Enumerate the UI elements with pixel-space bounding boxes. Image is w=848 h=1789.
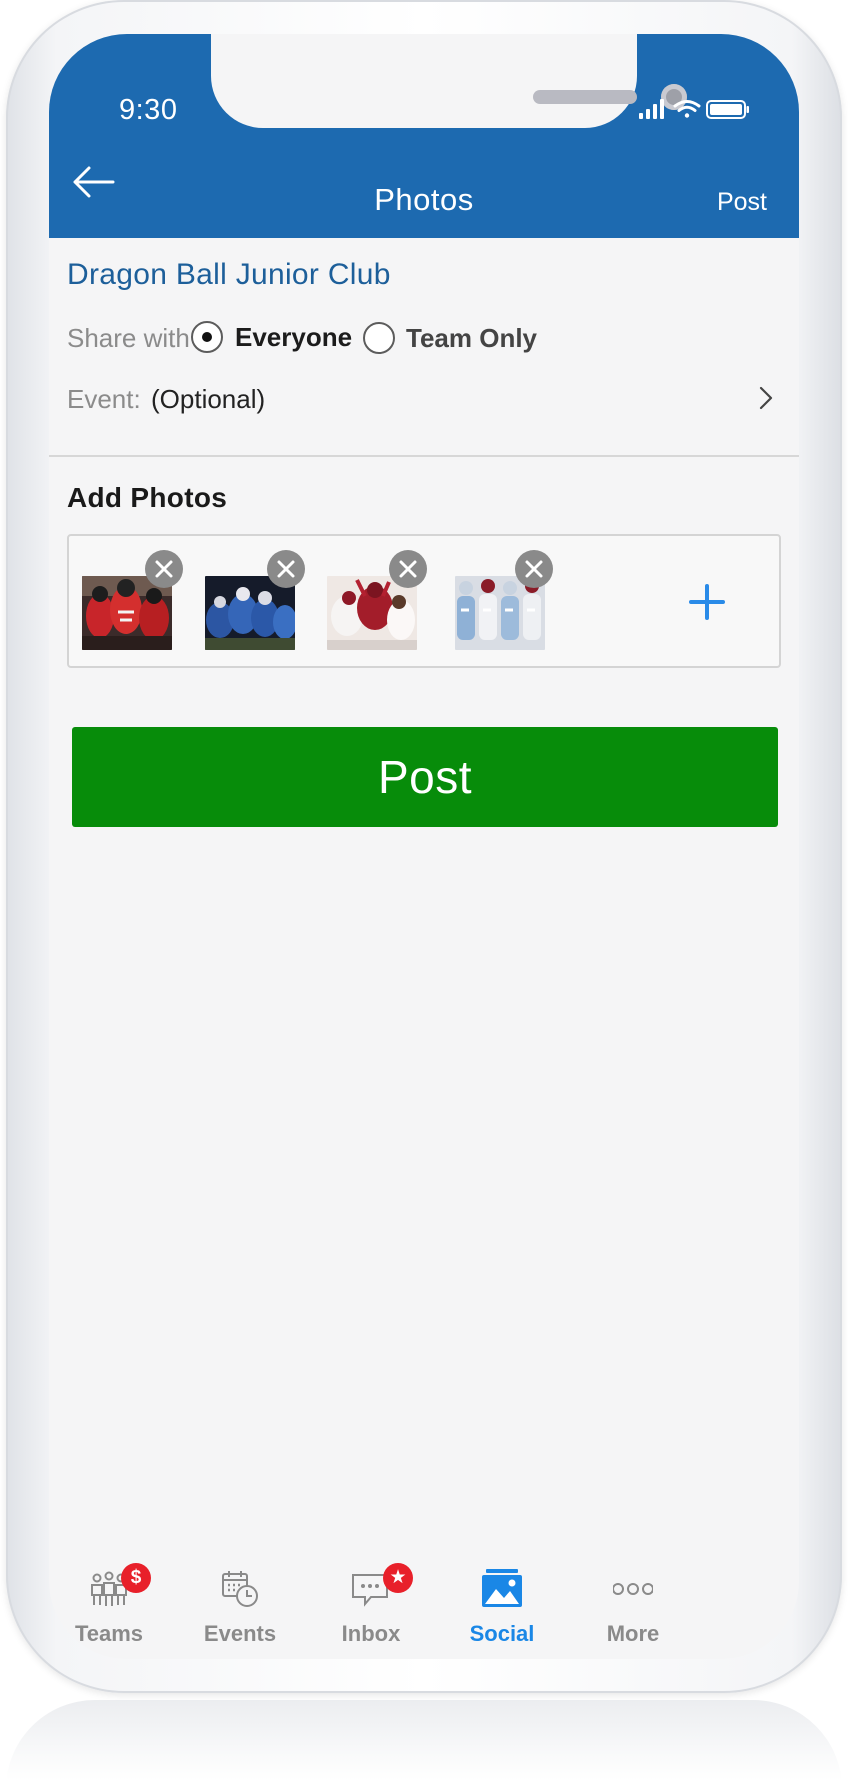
club-name: Dragon Ball Junior Club xyxy=(67,258,391,291)
post-button[interactable]: Post xyxy=(72,727,778,827)
tab-inbox[interactable]: ★ Inbox xyxy=(311,1563,431,1659)
divider xyxy=(49,455,799,457)
radio-everyone[interactable] xyxy=(191,321,223,353)
tab-bar: $ Teams Events ★ Inbox Social More xyxy=(49,1563,799,1659)
tab-events[interactable]: Events xyxy=(180,1569,300,1659)
event-value: (Optional) xyxy=(151,384,266,414)
add-photos-title: Add Photos xyxy=(67,482,228,513)
nav-post-button[interactable]: Post xyxy=(717,188,767,217)
remove-photo-3-button[interactable] xyxy=(389,550,427,588)
speaker xyxy=(533,90,637,104)
tab-more-label: More xyxy=(606,1621,660,1646)
remove-photo-1-button[interactable] xyxy=(145,550,183,588)
tab-teams[interactable]: $ Teams xyxy=(49,1563,169,1659)
event-label: Event: xyxy=(67,384,141,414)
event-row[interactable]: Event: (Optional) xyxy=(49,364,799,434)
close-icon xyxy=(525,560,543,578)
page-title: Photos xyxy=(374,182,474,217)
inbox-badge: ★ xyxy=(383,1563,413,1593)
status-time: 9:30 xyxy=(119,94,178,126)
system-icons xyxy=(639,98,751,125)
calendar-clock-icon xyxy=(222,1571,258,1607)
photo-icon xyxy=(482,1569,522,1607)
tab-events-label: Events xyxy=(203,1621,277,1646)
share-with-label: Share with xyxy=(67,323,190,353)
plus-icon xyxy=(689,584,725,620)
tab-social[interactable]: Social xyxy=(442,1569,562,1659)
signal-icon xyxy=(639,99,664,119)
battery-icon xyxy=(706,100,749,119)
tab-teams-label: Teams xyxy=(74,1621,144,1646)
radio-team-only[interactable] xyxy=(363,322,395,354)
remove-photo-4-button[interactable] xyxy=(515,550,553,588)
tab-inbox-label: Inbox xyxy=(341,1621,401,1646)
more-dots-icon xyxy=(613,1583,653,1595)
close-icon xyxy=(277,560,295,578)
notch xyxy=(211,34,687,128)
close-icon xyxy=(155,560,173,578)
radio-team-only-label[interactable]: Team Only xyxy=(406,323,537,354)
phone-reflection xyxy=(6,1700,842,1789)
close-icon xyxy=(399,560,417,578)
photo-picker xyxy=(67,534,781,668)
remove-photo-2-button[interactable] xyxy=(267,550,305,588)
teams-badge: $ xyxy=(121,1563,151,1593)
wifi-icon xyxy=(673,100,701,118)
nav-bar: Photos Post xyxy=(49,146,799,238)
chevron-right-icon xyxy=(759,386,773,410)
tab-more[interactable]: More xyxy=(573,1569,693,1659)
tab-social-label: Social xyxy=(469,1621,535,1646)
app-screen: 9:30 Photos Post Dragon Ball Junior Club… xyxy=(49,34,799,1659)
radio-everyone-label[interactable]: Everyone xyxy=(235,322,352,353)
add-photo-button[interactable] xyxy=(685,580,729,624)
